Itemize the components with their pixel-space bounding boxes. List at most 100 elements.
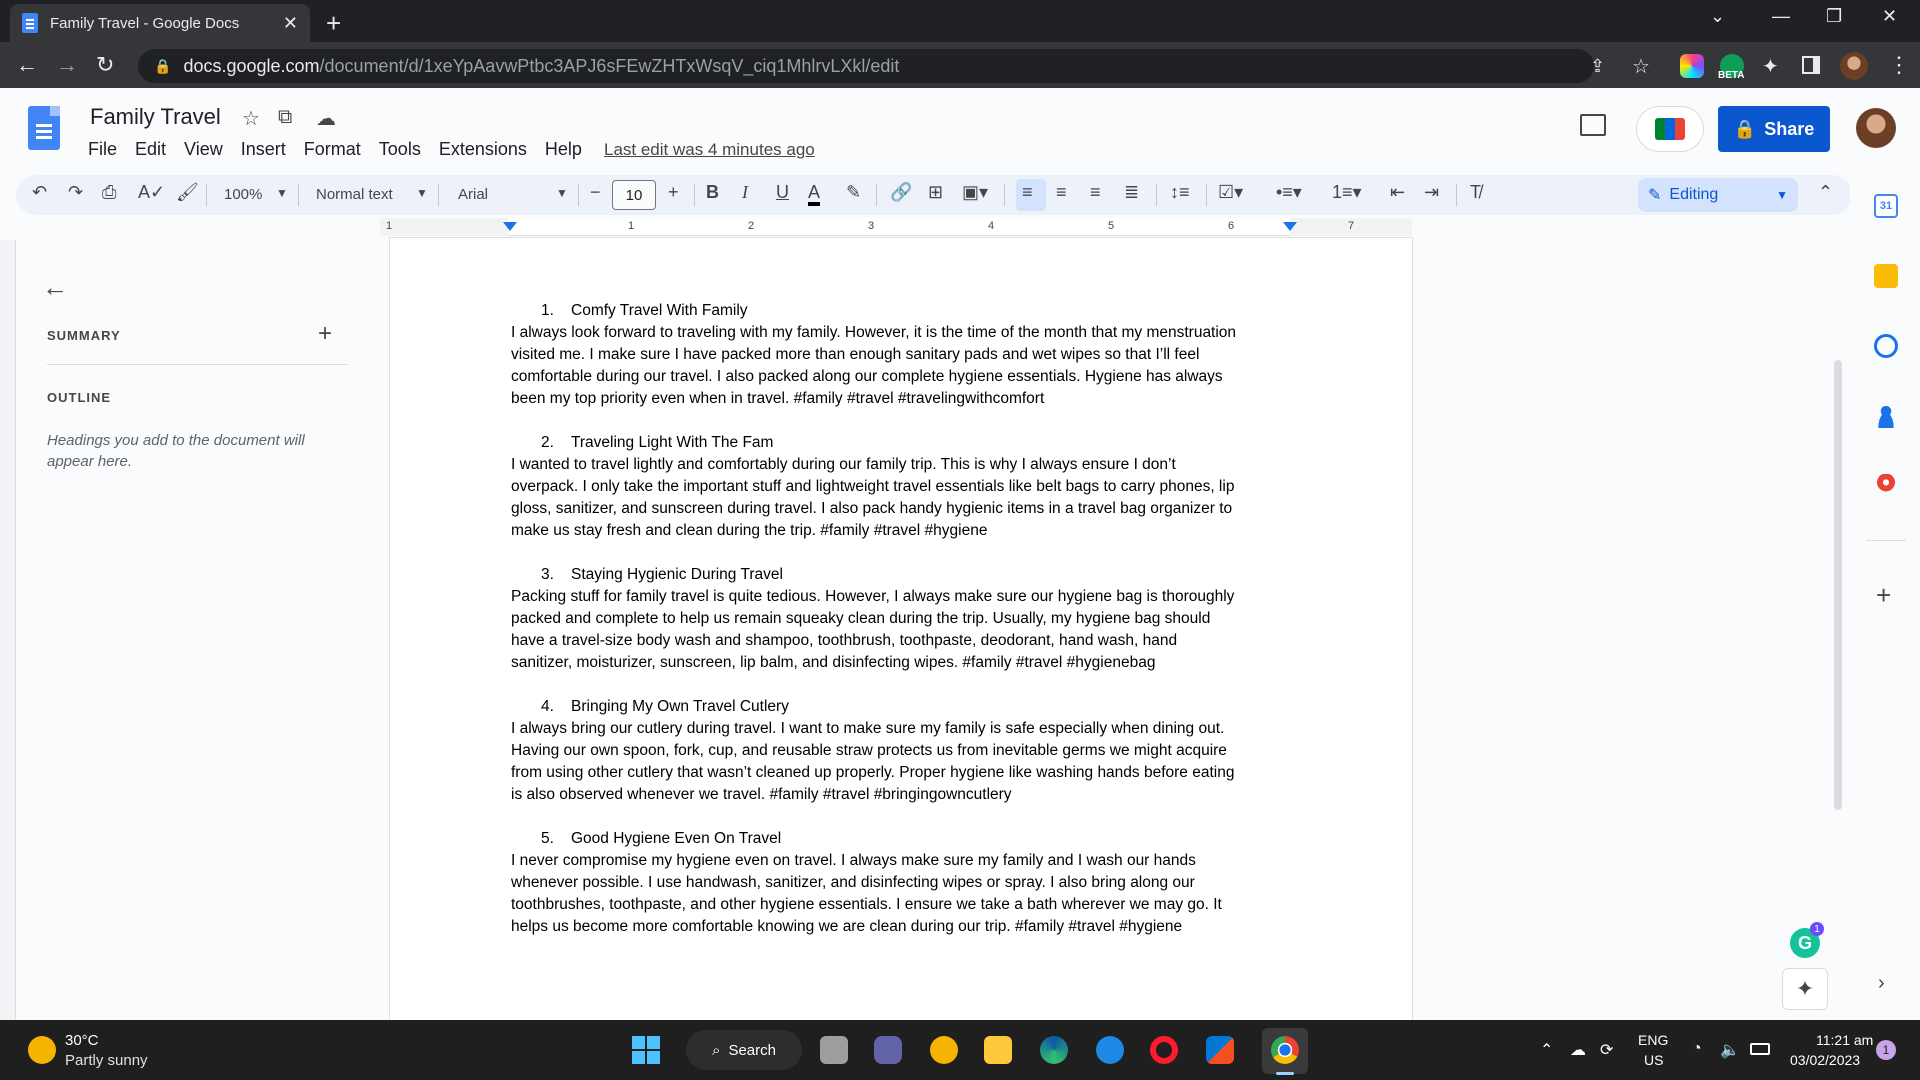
reload-icon[interactable]: ↻ [96,52,114,78]
clock-time[interactable]: 11:21 am [1816,1032,1873,1048]
maps-icon[interactable] [1874,474,1898,498]
file-explorer-icon[interactable] [984,1036,1012,1064]
side-panel-icon[interactable] [1802,56,1820,74]
back-icon[interactable]: ← [16,52,38,78]
document-scrollbar[interactable] [1834,360,1842,810]
wifi-icon[interactable]: ◔ [1692,1040,1702,1058]
decrease-font-size-icon[interactable]: − [590,182,601,203]
numbered-list-icon[interactable]: 1≡▾ [1332,182,1362,203]
chevron-down-icon[interactable]: ▼ [556,186,568,200]
bulleted-list-icon[interactable]: •≡▾ [1276,182,1302,203]
align-center-icon[interactable]: ≡ [1056,182,1067,203]
star-icon[interactable]: ☆ [242,106,260,131]
style-select[interactable]: Normal text [316,186,393,203]
chevron-down-icon[interactable]: ▼ [416,186,428,200]
extensions-puzzle-icon[interactable]: ✦ [1762,54,1779,79]
onedrive-cloud-icon[interactable]: ☁ [1570,1040,1586,1060]
tasks-icon[interactable] [1874,334,1898,358]
close-outline-arrow-icon[interactable]: ← [42,272,68,303]
comments-icon[interactable] [1580,114,1606,136]
extension-color-icon[interactable] [1680,54,1704,78]
task-view-icon[interactable] [820,1036,848,1064]
menu-help[interactable]: Help [545,139,582,160]
justify-icon[interactable]: ≣ [1124,182,1139,203]
menu-file[interactable]: File [88,139,117,160]
microsoft-store-icon[interactable] [1206,1036,1234,1064]
menu-edit[interactable]: Edit [135,139,166,160]
restore-icon[interactable]: ❐ [1826,6,1842,27]
taskbar-search-button[interactable]: ⌕ Search [686,1030,802,1070]
google-docs-logo-icon[interactable] [28,106,60,150]
checklist-icon[interactable]: ☑▾ [1218,182,1243,203]
new-tab-icon[interactable]: + [326,8,341,39]
bookmark-star-icon[interactable]: ☆ [1632,54,1650,79]
explore-sparkle-icon[interactable]: ✦ [1782,968,1828,1010]
chrome-icon[interactable] [1271,1036,1299,1064]
paint-format-icon[interactable]: 🖌 [176,182,199,203]
clock-date[interactable]: 03/02/2023 [1790,1052,1860,1068]
vpn-shield-icon[interactable] [930,1036,958,1064]
weather-temperature[interactable]: 30°C [65,1032,99,1049]
font-size-input[interactable]: 10 [612,180,656,210]
teams-chat-icon[interactable] [874,1036,902,1064]
hide-menus-chevron-up-icon[interactable]: ⌃ [1818,182,1833,203]
edge-browser-icon[interactable] [1040,1036,1068,1064]
horizontal-ruler[interactable] [380,218,1412,236]
show-hidden-icons-chevron[interactable]: ⌃ [1540,1040,1553,1060]
cloud-saved-icon[interactable]: ☁ [316,106,336,131]
close-tab-icon[interactable]: ✕ [283,13,298,34]
menu-format[interactable]: Format [304,139,361,160]
browser-tab[interactable]: Family Travel - Google Docs ✕ [10,4,310,42]
calendar-icon[interactable]: 31 [1874,194,1898,218]
keep-icon[interactable] [1874,264,1898,288]
zoom-select[interactable]: 100% [224,186,262,203]
increase-font-size-icon[interactable]: + [668,182,679,203]
opera-browser-icon[interactable] [1150,1036,1178,1064]
spellcheck-icon[interactable]: A✓ [138,182,165,203]
meet-button[interactable] [1636,106,1704,152]
browser-profile-avatar[interactable] [1840,52,1868,80]
right-indent-marker[interactable] [1283,222,1297,231]
clear-formatting-icon[interactable]: T̸ [1470,182,1481,203]
menu-tools[interactable]: Tools [379,139,421,160]
weather-condition[interactable]: Partly sunny [65,1052,148,1069]
align-left-icon[interactable]: ≡ [1022,182,1033,203]
contacts-icon[interactable] [1874,404,1898,428]
insert-image-icon[interactable]: ▣▾ [962,182,988,203]
underline-icon[interactable]: U [776,182,789,203]
decrease-indent-icon[interactable]: ⇤ [1390,182,1405,203]
menu-insert[interactable]: Insert [241,139,286,160]
undo-icon[interactable]: ↶ [32,182,47,203]
help-app-icon[interactable] [1096,1036,1124,1064]
bold-icon[interactable]: B [706,182,719,203]
weather-sun-cloud-icon[interactable] [28,1036,56,1064]
windows-start-icon[interactable] [632,1036,660,1064]
forward-icon[interactable]: → [56,52,78,78]
sync-icon[interactable]: ⟳ [1600,1040,1613,1060]
insert-link-icon[interactable]: 🔗 [890,182,912,203]
minimize-icon[interactable]: — [1772,6,1790,27]
close-window-icon[interactable]: ✕ [1882,6,1897,27]
tab-search-chevron-icon[interactable]: ⌄ [1710,6,1725,27]
font-select[interactable]: Arial [458,186,488,203]
vertical-ruler[interactable] [0,240,16,1020]
browser-menu-icon[interactable]: ⋮ [1888,52,1910,78]
increase-indent-icon[interactable]: ⇥ [1424,182,1439,203]
input-language-top[interactable]: ENG [1638,1032,1668,1048]
get-add-ons-plus-icon[interactable]: + [1876,580,1891,611]
italic-icon[interactable]: I [742,182,748,203]
share-button[interactable]: 🔒 Share [1718,106,1830,152]
notification-badge[interactable]: 1 [1876,1040,1896,1060]
show-side-panel-chevron-icon[interactable]: › [1878,972,1885,995]
document-title[interactable]: Family Travel [90,104,221,130]
volume-icon[interactable]: 🔈 [1720,1040,1740,1060]
highlight-icon[interactable]: ✎ [846,182,861,203]
last-edit-link[interactable]: Last edit was 4 minutes ago [604,140,815,160]
menu-extensions[interactable]: Extensions [439,139,527,160]
align-right-icon[interactable]: ≡ [1090,182,1101,203]
share-page-icon[interactable]: ⇪ [1590,56,1605,77]
document-body[interactable]: 1. Comfy Travel With Family I always look… [511,300,1301,960]
text-color-icon[interactable]: A [808,182,821,206]
indent-marker[interactable] [503,222,517,231]
print-icon[interactable]: ⎙ [102,182,116,203]
